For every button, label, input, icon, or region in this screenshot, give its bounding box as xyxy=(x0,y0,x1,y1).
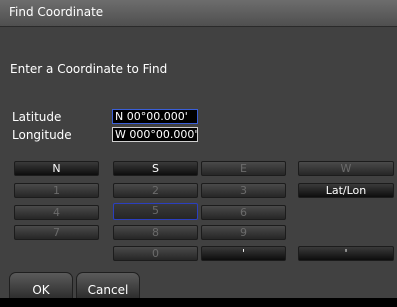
key-5[interactable]: 5 xyxy=(113,203,198,220)
latitude-field[interactable]: N 00°00.000' xyxy=(112,109,198,124)
prompt-text: Enter a Coordinate to Find xyxy=(10,62,168,76)
key-lat-lon[interactable]: Lat/Lon xyxy=(298,183,394,198)
key-apostrophe-1[interactable]: ' xyxy=(201,246,286,261)
key-s[interactable]: S xyxy=(113,161,198,176)
key-0[interactable]: 0 xyxy=(113,246,198,261)
longitude-label: Longitude xyxy=(12,128,72,142)
cancel-button[interactable]: Cancel xyxy=(76,272,140,298)
key-1[interactable]: 1 xyxy=(14,183,99,198)
latitude-label: Latitude xyxy=(12,110,62,124)
key-n[interactable]: N xyxy=(14,161,99,176)
key-4[interactable]: 4 xyxy=(14,205,99,220)
dialog-title: Find Coordinate xyxy=(9,5,104,19)
key-2[interactable]: 2 xyxy=(113,183,198,198)
key-w[interactable]: W xyxy=(298,161,394,176)
title-bar: Find Coordinate xyxy=(0,0,397,27)
key-apostrophe-2[interactable]: ' xyxy=(298,246,394,261)
key-3[interactable]: 3 xyxy=(201,183,286,198)
key-7[interactable]: 7 xyxy=(14,225,99,240)
key-9[interactable]: 9 xyxy=(201,225,286,240)
longitude-field[interactable]: W 000°00.000' xyxy=(112,127,198,142)
key-8[interactable]: 8 xyxy=(113,225,198,240)
key-6[interactable]: 6 xyxy=(201,205,286,220)
ok-button[interactable]: OK xyxy=(9,272,73,298)
find-coordinate-dialog: Find Coordinate Enter a Coordinate to Fi… xyxy=(0,0,397,298)
key-e[interactable]: E xyxy=(201,161,286,176)
